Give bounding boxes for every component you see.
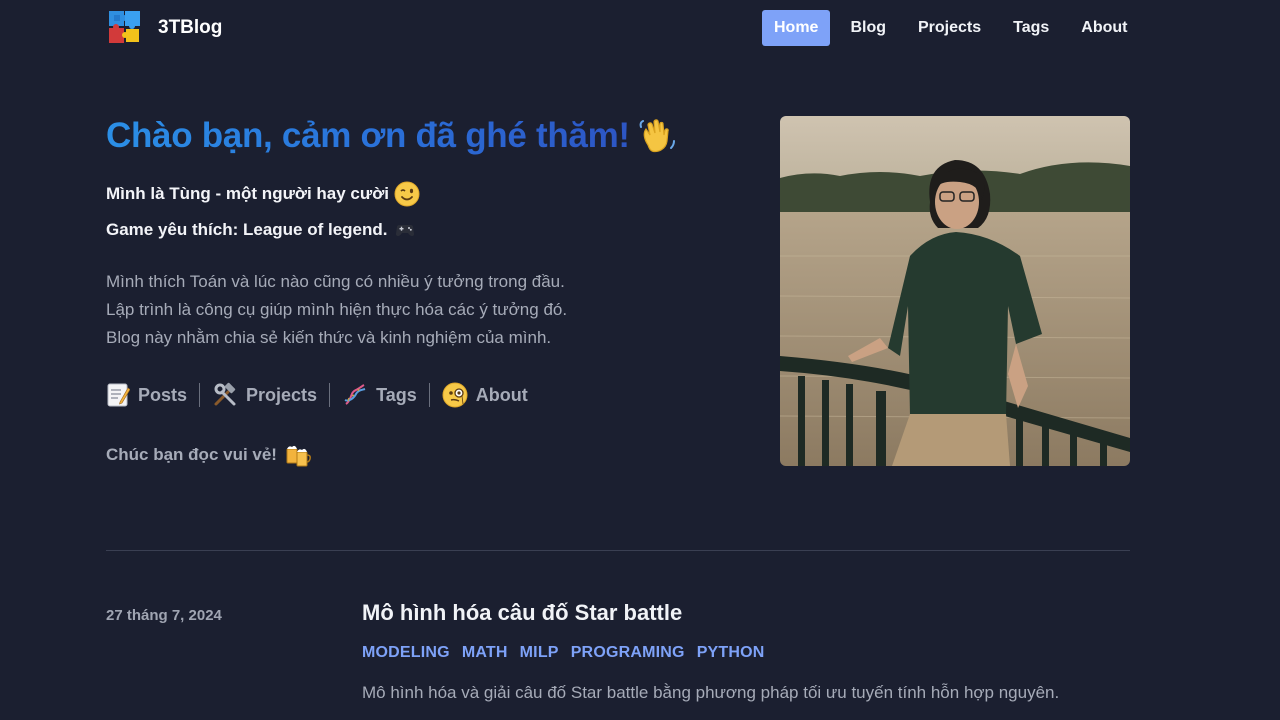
closing-text: Chúc bạn đọc vui vẻ!	[106, 445, 277, 464]
nav-home[interactable]: Home	[762, 10, 831, 46]
quick-link-tags[interactable]: Tags	[342, 382, 417, 408]
quick-link-label: Projects	[246, 384, 318, 405]
nav-blog[interactable]: Blog	[838, 10, 898, 46]
monocle-face-icon	[442, 382, 468, 408]
favorite-game-line: Game yêu thích: League of legend.	[106, 216, 416, 244]
tag-link[interactable]: MODELING	[362, 644, 450, 662]
memo-icon	[107, 383, 130, 407]
tag-link[interactable]: MATH	[462, 644, 508, 662]
quick-link-about[interactable]: About	[442, 382, 528, 408]
section-divider	[106, 550, 1130, 551]
quick-links: Posts Projects Tags About	[106, 378, 528, 412]
tag-link[interactable]: PROGRAMING	[571, 644, 685, 662]
post-title-link[interactable]: Mô hình hóa câu đố Star battle	[362, 600, 682, 626]
separator	[199, 383, 201, 407]
main-nav: Home Blog Projects Tags About	[762, 10, 1148, 46]
quick-link-label: Tags	[376, 384, 417, 405]
post-summary: Mô hình hóa và giải câu đố Star battle b…	[362, 683, 1060, 702]
intro-line: Mình thích Toán và lúc nào cũng có nhiều…	[106, 272, 565, 291]
nav-tags[interactable]: Tags	[1001, 10, 1061, 46]
greeting-line: Mình là Tùng - một người hay cười	[106, 180, 420, 208]
quick-link-projects[interactable]: Projects	[212, 382, 317, 408]
waving-hand-icon	[639, 119, 675, 153]
quick-link-label: Posts	[138, 384, 188, 405]
hero-title-text: Chào bạn, cảm ơn đã ghé thăm!	[106, 116, 630, 155]
favorite-game-text: Game yêu thích: League of legend.	[106, 220, 388, 239]
intro-line: Lập trình là công cụ giúp mình hiện thực…	[106, 300, 568, 319]
quick-link-label: About	[475, 384, 528, 405]
post-tags: MODELING MATH MILP PROGRAMING PYTHON	[362, 644, 777, 662]
closing-line: Chúc bạn đọc vui vẻ!	[106, 440, 312, 470]
dna-icon	[344, 384, 366, 405]
puzzle-logo-icon	[109, 11, 140, 43]
brand-link[interactable]: 3TBlog	[106, 9, 222, 47]
intro-line: Blog này nhằm chia sẻ kiến thức và kinh …	[106, 328, 552, 347]
profile-photo	[780, 116, 1130, 466]
nav-projects[interactable]: Projects	[906, 10, 993, 46]
greeting-text: Mình là Tùng - một người hay cười	[106, 184, 390, 203]
site-name: 3TBlog	[158, 17, 223, 38]
quick-link-posts[interactable]: Posts	[106, 382, 187, 408]
hero-title: Chào bạn, cảm ơn đã ghé thăm!	[106, 114, 678, 158]
tag-link[interactable]: MILP	[520, 644, 559, 662]
tag-link[interactable]: PYTHON	[697, 644, 765, 662]
winking-face-icon	[394, 181, 420, 207]
site-header: 3TBlog Home Blog Projects Tags About	[0, 0, 1280, 56]
separator	[428, 383, 430, 407]
intro-paragraph: Mình thích Toán và lúc nào cũng có nhiều…	[106, 268, 567, 352]
hammer-wrench-icon	[214, 382, 236, 406]
separator	[329, 383, 331, 407]
beer-mugs-icon	[286, 445, 311, 467]
nav-about[interactable]: About	[1069, 10, 1139, 46]
post-date: 27 tháng 7, 2024	[106, 607, 222, 624]
game-controller-icon	[395, 225, 414, 236]
